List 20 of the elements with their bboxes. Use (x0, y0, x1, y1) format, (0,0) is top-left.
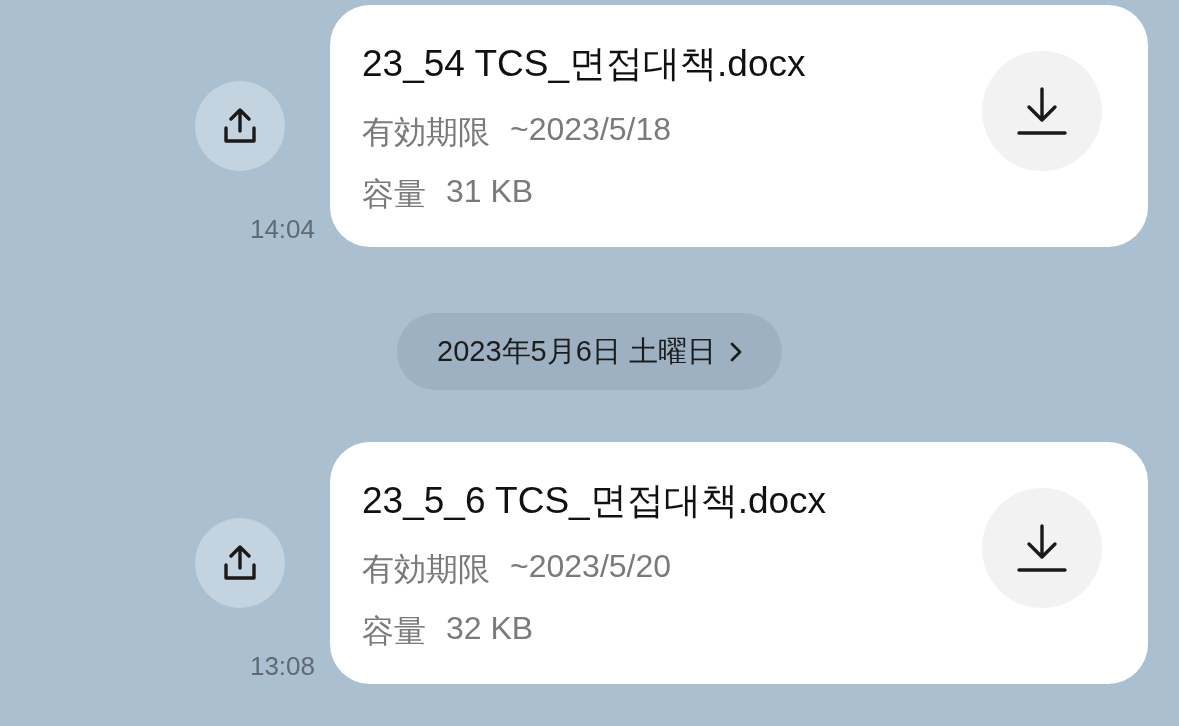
file-size: 31 KB (446, 173, 534, 211)
size-label: 容量 (362, 612, 426, 651)
share-icon (223, 108, 257, 144)
message-time: 14:04 (249, 214, 315, 245)
file-size: 32 KB (446, 610, 534, 648)
file-name: 23_5_6 TCS_면접대책.docx (362, 479, 827, 523)
expiry-date: ~2023/5/18 (510, 111, 672, 149)
download-icon (1016, 523, 1068, 573)
share-icon (223, 545, 257, 581)
file-name: 23_54 TCS_면접대책.docx (362, 42, 806, 86)
expiry-date: ~2023/5/20 (510, 548, 672, 586)
file-message-bubble[interactable]: 23_54 TCS_면접대책.docx 有効期限 ~2023/5/18 容量 31 KB (330, 5, 1148, 247)
message-time: 13:08 (249, 651, 315, 682)
expiry-label: 有効期限 (362, 113, 490, 152)
date-separator[interactable]: 2023年5月6日 土曜日 (397, 313, 782, 390)
expiry-label: 有効期限 (362, 550, 490, 589)
size-label: 容量 (362, 175, 426, 214)
download-icon (1016, 86, 1068, 136)
chevron-right-icon (729, 341, 742, 362)
file-message-bubble[interactable]: 23_5_6 TCS_면접대책.docx 有効期限 ~2023/5/20 容量 32 KB (330, 442, 1148, 684)
